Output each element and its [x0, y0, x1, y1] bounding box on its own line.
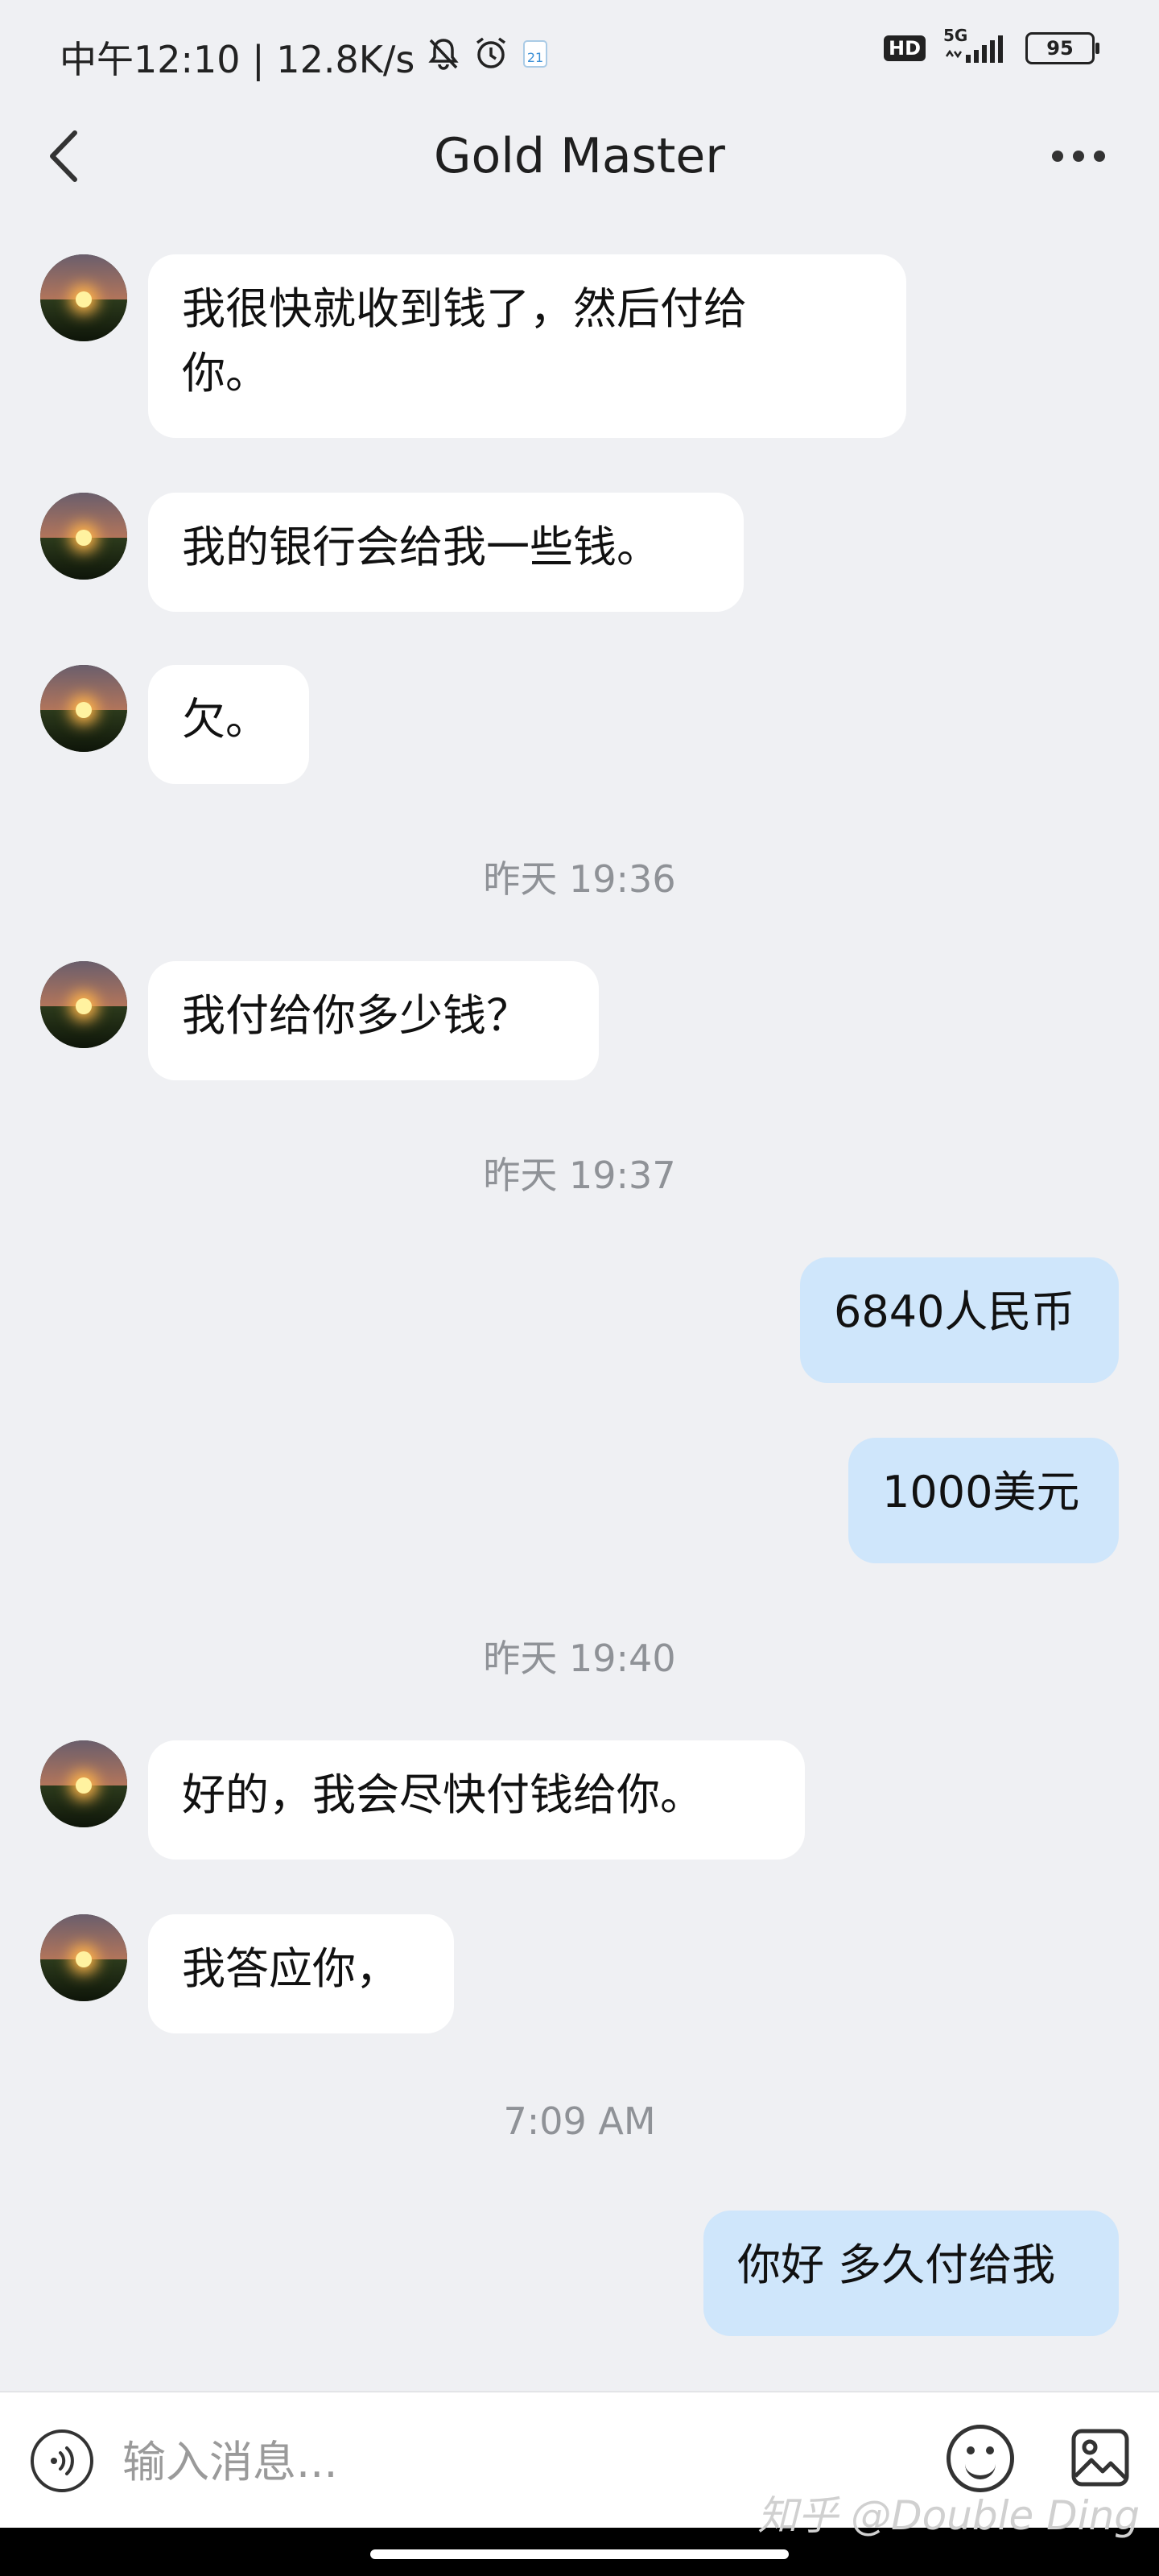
- outgoing-message[interactable]: 6840人民币: [800, 1257, 1119, 1383]
- message-timestamp: 7:09 AM: [503, 2099, 656, 2143]
- message-timestamp: 昨天 19:36: [483, 857, 676, 901]
- message-timestamp: 昨天 19:37: [483, 1154, 676, 1197]
- image-button[interactable]: [1070, 2425, 1130, 2492]
- emoji-icon: [967, 2446, 975, 2454]
- contact-avatar[interactable]: [40, 1914, 127, 2001]
- message-list: 我很快就收到钱了，然后付给 你。 我的银行会给我一些钱。 欠。 昨天 19:36…: [0, 0, 1159, 2391]
- incoming-message[interactable]: 欠。: [148, 665, 309, 784]
- contact-avatar[interactable]: [40, 665, 127, 752]
- incoming-message[interactable]: 我付给你多少钱？: [148, 961, 599, 1080]
- voice-icon: [51, 2446, 74, 2475]
- watermark: 知乎 @Double Ding: [757, 2492, 1140, 2539]
- incoming-message[interactable]: 我答应你，: [148, 1914, 454, 2033]
- incoming-message[interactable]: 好的，我会尽快付钱给你。: [148, 1740, 805, 1860]
- chat-screen: 中午12:10 | 12.8K/s 21 HD 5G 95 Gold Maste…: [0, 0, 1159, 2576]
- contact-avatar[interactable]: [40, 1740, 127, 1827]
- contact-avatar[interactable]: [40, 493, 127, 580]
- message-timestamp: 昨天 19:40: [483, 1637, 676, 1680]
- emoji-eye: [986, 2446, 994, 2454]
- incoming-message[interactable]: 我很快就收到钱了，然后付给 你。: [148, 254, 906, 438]
- emoji-mouth: [965, 2459, 996, 2479]
- contact-avatar[interactable]: [40, 961, 127, 1048]
- outgoing-message[interactable]: 你好 多久付给我: [703, 2211, 1119, 2336]
- home-indicator[interactable]: [370, 2549, 789, 2559]
- contact-avatar[interactable]: [40, 254, 127, 341]
- emoji-button[interactable]: [947, 2425, 1014, 2492]
- voice-input-button[interactable]: [31, 2429, 93, 2492]
- image-icon: [1071, 2429, 1129, 2487]
- incoming-message[interactable]: 我的银行会给我一些钱。: [148, 493, 744, 612]
- outgoing-message[interactable]: 1000美元: [848, 1438, 1119, 1563]
